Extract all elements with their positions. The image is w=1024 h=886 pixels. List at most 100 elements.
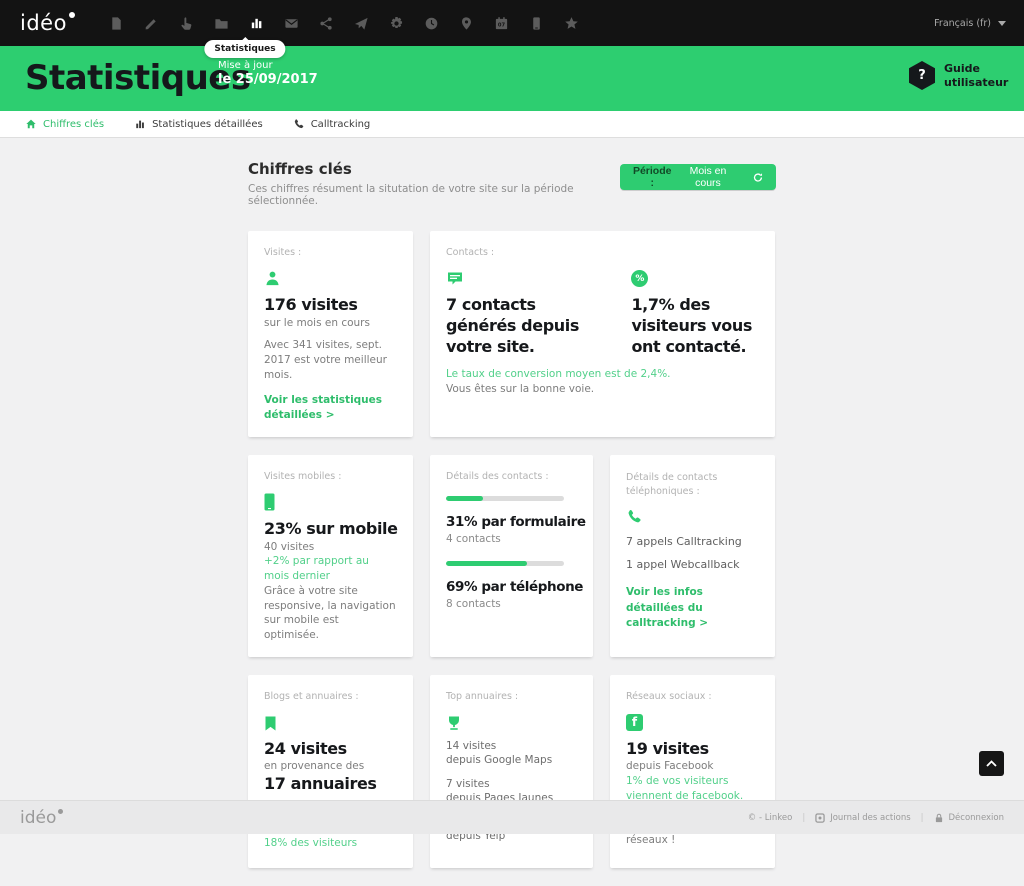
mobile-highlight: +2% par rapport au mois dernier [264, 554, 397, 583]
location-pin-icon[interactable] [459, 16, 474, 31]
phone-icon [293, 118, 305, 130]
annuaire-count: 14 visites [446, 739, 577, 753]
folder-icon[interactable] [214, 16, 229, 31]
footer-logo: idéo [20, 808, 56, 828]
visites-note: Avec 341 visites, sept. 2017 est votre m… [264, 338, 397, 382]
ideo-logo: idéo [20, 11, 67, 35]
card-visites-mobiles: Visites mobiles : 23% sur mobile 40 visi… [248, 455, 413, 657]
card-label: Détails de contacts téléphoniques : [626, 471, 736, 500]
chevron-down-icon [998, 21, 1006, 26]
conversion-highlight: Le taux de conversion moyen est de 2,4%. [446, 367, 759, 382]
deconnexion-link[interactable]: Déconnexion [934, 813, 1004, 823]
hand-pointer-icon[interactable] [179, 16, 194, 31]
card-details-contacts: Détails des contacts : 31% par formulair… [430, 455, 593, 657]
webcallback-line: 1 appel Webcallback [626, 558, 759, 571]
annuaire-count: 7 visites [446, 777, 577, 791]
percent-icon: % [631, 269, 759, 287]
card-reseaux-sociaux: Réseaux sociaux : f 19 visites depuis Fa… [610, 675, 775, 868]
sociaux-value: 19 visites [626, 739, 759, 760]
annuaire-entry: 14 visites depuis Google Maps [446, 739, 577, 767]
blogs-value1: 24 visites [264, 739, 397, 760]
contacts-right-column: % 1,7% des visiteurs vous ont contacté. [631, 269, 759, 357]
contacts-left-column: 7 contacts générés depuis votre site. [446, 269, 605, 357]
clock-icon[interactable] [424, 16, 439, 31]
cards-row-2: Visites mobiles : 23% sur mobile 40 visi… [248, 455, 776, 657]
footer-links: © - Linkeo | Journal des actions | Décon… [748, 813, 1004, 823]
telephone-sub: 8 contacts [446, 598, 577, 610]
visites-subvalue: sur le mois en cours [264, 316, 397, 331]
tab-chiffres-cles[interactable]: Chiffres clés [25, 118, 104, 130]
contacts-left-value: 7 contacts générés depuis votre site. [446, 295, 605, 357]
tab-statistiques-detaillees[interactable]: Statistiques détaillées [134, 118, 263, 130]
footer: idéo © - Linkeo | Journal des actions | … [0, 800, 1024, 834]
blogs-between: en provenance des [264, 759, 397, 774]
contacts-columns: 7 contacts générés depuis votre site. % … [446, 269, 759, 357]
bar-chart-icon[interactable] [249, 16, 264, 31]
update-label: Mise à jour [218, 60, 318, 71]
blogs-value2: 17 annuaires [264, 774, 397, 795]
cards-row-1: Visites : 176 visites sur le mois en cou… [248, 231, 776, 437]
facebook-icon: f [626, 713, 759, 731]
refresh-icon [752, 171, 764, 184]
home-icon [25, 118, 37, 130]
separator: | [921, 813, 924, 823]
card-label: Détails des contacts : [446, 471, 577, 482]
calltracking-link[interactable]: Voir les infos détaillées du calltrackin… [626, 585, 759, 631]
copyright-text: © - Linkeo [748, 813, 793, 823]
language-label: Français (fr) [934, 18, 991, 29]
mail-icon[interactable] [284, 16, 299, 31]
formulaire-sub: 4 contacts [446, 533, 577, 545]
guide-label: Guide utilisateur [944, 62, 1006, 88]
period-value: Mois en cours [678, 165, 738, 189]
period-button[interactable]: Période : Mois en cours [620, 164, 776, 190]
paper-plane-icon[interactable] [354, 16, 369, 31]
sociaux-subvalue: depuis Facebook [626, 759, 759, 774]
journal-icon [815, 813, 825, 823]
guide-utilisateur-button[interactable]: ? Guide utilisateur [909, 61, 1006, 90]
formulaire-progress-fill [446, 496, 483, 501]
card-label: Visites mobiles : [264, 471, 397, 482]
contacts-note: Vous êtes sur la bonne voie. [446, 382, 759, 397]
share-icon[interactable] [319, 16, 334, 31]
calendar-icon[interactable]: 07 [494, 16, 509, 31]
calltracking-line: 7 appels Calltracking [626, 535, 759, 548]
card-top-annuaires: Top annuaires : 14 visites depuis Google… [430, 675, 593, 868]
star-icon[interactable] [564, 16, 579, 31]
tab-bar: Chiffres clés Statistiques détaillées Ca… [0, 111, 1024, 138]
file-icon[interactable] [109, 16, 124, 31]
mobile-icon [264, 493, 397, 511]
pencil-icon[interactable] [144, 16, 159, 31]
card-label: Blogs et annuaires : [264, 691, 397, 702]
back-to-top-button[interactable] [979, 751, 1004, 776]
blogs-highlight: 18% des visiteurs [264, 836, 397, 851]
speech-bubble-icon [446, 269, 605, 287]
card-visites: Visites : 176 visites sur le mois en cou… [248, 231, 413, 437]
main-content: Chiffres clés Ces chiffres résument la s… [248, 160, 776, 886]
journal-des-actions-link[interactable]: Journal des actions [815, 813, 910, 823]
page-header: Statistiques Mise à jour le 25/09/2017 ?… [0, 46, 1024, 111]
card-label: Top annuaires : [446, 691, 577, 702]
card-label: Contacts : [446, 247, 759, 258]
telephone-progress-fill [446, 561, 527, 566]
tab-label: Calltracking [311, 119, 371, 130]
tab-label: Statistiques détaillées [152, 119, 263, 130]
nav-icons: 07 [109, 16, 579, 31]
card-contacts-telephoniques: Détails de contacts téléphoniques : 7 ap… [610, 455, 775, 657]
tab-calltracking[interactable]: Calltracking [293, 118, 371, 130]
stats-detaillees-link[interactable]: Voir les statistiques détaillées > [264, 393, 397, 423]
trophy-icon [446, 713, 577, 731]
card-label: Visites : [264, 247, 397, 258]
bar-chart-icon [134, 118, 146, 130]
annuaire-source: depuis Google Maps [446, 753, 577, 767]
person-icon [264, 269, 397, 287]
mobile-icon[interactable] [529, 16, 544, 31]
update-info: Mise à jour le 25/09/2017 [218, 60, 318, 87]
language-selector[interactable]: Français (fr) [934, 0, 1006, 46]
cards-row-3: Blogs et annuaires : 24 visites en prove… [248, 675, 776, 868]
card-contacts: Contacts : 7 contacts générés depuis vot… [430, 231, 775, 437]
mobile-note: Grâce à votre site responsive, la naviga… [264, 584, 397, 643]
section-header: Chiffres clés Ces chiffres résument la s… [248, 160, 776, 207]
section-title: Chiffres clés [248, 160, 620, 178]
gear-icon[interactable] [389, 16, 404, 31]
separator: | [802, 813, 805, 823]
